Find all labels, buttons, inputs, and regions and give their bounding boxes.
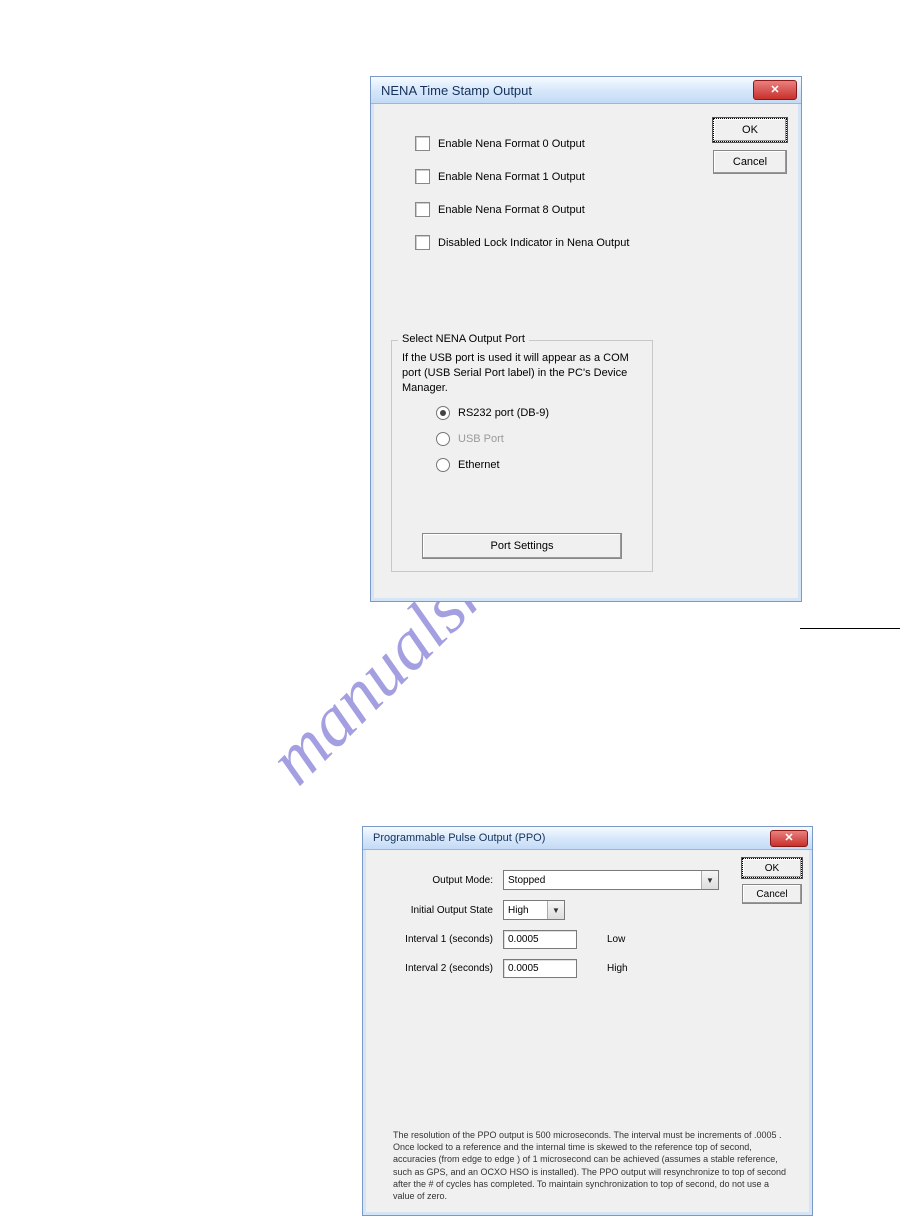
checkbox-label: Disabled Lock Indicator in Nena Output [438, 237, 629, 249]
checkbox-disabled-lock-indicator[interactable]: Disabled Lock Indicator in Nena Output [415, 235, 629, 250]
cancel-button[interactable]: Cancel [742, 884, 802, 904]
radio-label: Ethernet [458, 459, 500, 471]
checkbox-enable-format-8[interactable]: Enable Nena Format 8 Output [415, 202, 629, 217]
ok-button[interactable]: OK [742, 858, 802, 878]
interval1-input[interactable]: 0.0005 [503, 930, 577, 949]
chevron-down-icon: ▼ [547, 901, 564, 919]
checkbox-label: Enable Nena Format 8 Output [438, 204, 585, 216]
nena-dialog: NENA Time Stamp Output ✕ OK Cancel Enabl… [370, 76, 802, 602]
combo-value: High [508, 905, 529, 916]
output-mode-combo[interactable]: Stopped ▼ [503, 870, 719, 890]
initial-state-label: Initial Output State [383, 905, 493, 916]
checkbox-enable-format-1[interactable]: Enable Nena Format 1 Output [415, 169, 629, 184]
radio-label: USB Port [458, 433, 504, 445]
close-button[interactable]: ✕ [770, 830, 808, 847]
radio-rs232[interactable]: RS232 port (DB-9) [436, 406, 652, 420]
radio-usb[interactable]: USB Port [436, 432, 652, 446]
radio-icon [436, 432, 450, 446]
close-icon: ✕ [770, 85, 779, 96]
interval2-suffix: High [607, 963, 628, 974]
checkbox-icon [415, 235, 430, 250]
interval2-input[interactable]: 0.0005 [503, 959, 577, 978]
port-settings-button[interactable]: Port Settings [422, 533, 622, 559]
divider-line [800, 628, 900, 629]
ppo-dialog: Programmable Pulse Output (PPO) ✕ OK Can… [362, 826, 813, 1216]
interval1-label: Interval 1 (seconds) [383, 934, 493, 945]
footnote-text: The resolution of the PPO output is 500 … [393, 1129, 792, 1202]
cancel-button[interactable]: Cancel [713, 150, 787, 174]
radio-icon [436, 406, 450, 420]
checkbox-label: Enable Nena Format 0 Output [438, 138, 585, 150]
checkbox-enable-format-0[interactable]: Enable Nena Format 0 Output [415, 136, 629, 151]
dialog-title: Programmable Pulse Output (PPO) [373, 832, 545, 844]
group-note: If the USB port is used it will appear a… [392, 341, 652, 406]
radio-icon [436, 458, 450, 472]
interval2-label: Interval 2 (seconds) [383, 963, 493, 974]
titlebar: Programmable Pulse Output (PPO) ✕ [363, 827, 812, 850]
group-legend: Select NENA Output Port [398, 333, 529, 345]
checkbox-icon [415, 202, 430, 217]
ok-button[interactable]: OK [713, 118, 787, 142]
dialog-title: NENA Time Stamp Output [381, 83, 532, 98]
radio-ethernet[interactable]: Ethernet [436, 458, 652, 472]
checkbox-icon [415, 169, 430, 184]
titlebar: NENA Time Stamp Output ✕ [371, 77, 801, 104]
close-button[interactable]: ✕ [753, 80, 797, 100]
combo-value: Stopped [508, 875, 545, 886]
checkbox-label: Enable Nena Format 1 Output [438, 171, 585, 183]
close-icon: ✕ [784, 833, 793, 844]
output-mode-label: Output Mode: [383, 875, 493, 886]
chevron-down-icon: ▼ [701, 871, 718, 889]
initial-state-combo[interactable]: High ▼ [503, 900, 565, 920]
interval1-suffix: Low [607, 934, 625, 945]
radio-label: RS232 port (DB-9) [458, 407, 549, 419]
checkbox-icon [415, 136, 430, 151]
output-port-group: Select NENA Output Port If the USB port … [391, 340, 653, 572]
